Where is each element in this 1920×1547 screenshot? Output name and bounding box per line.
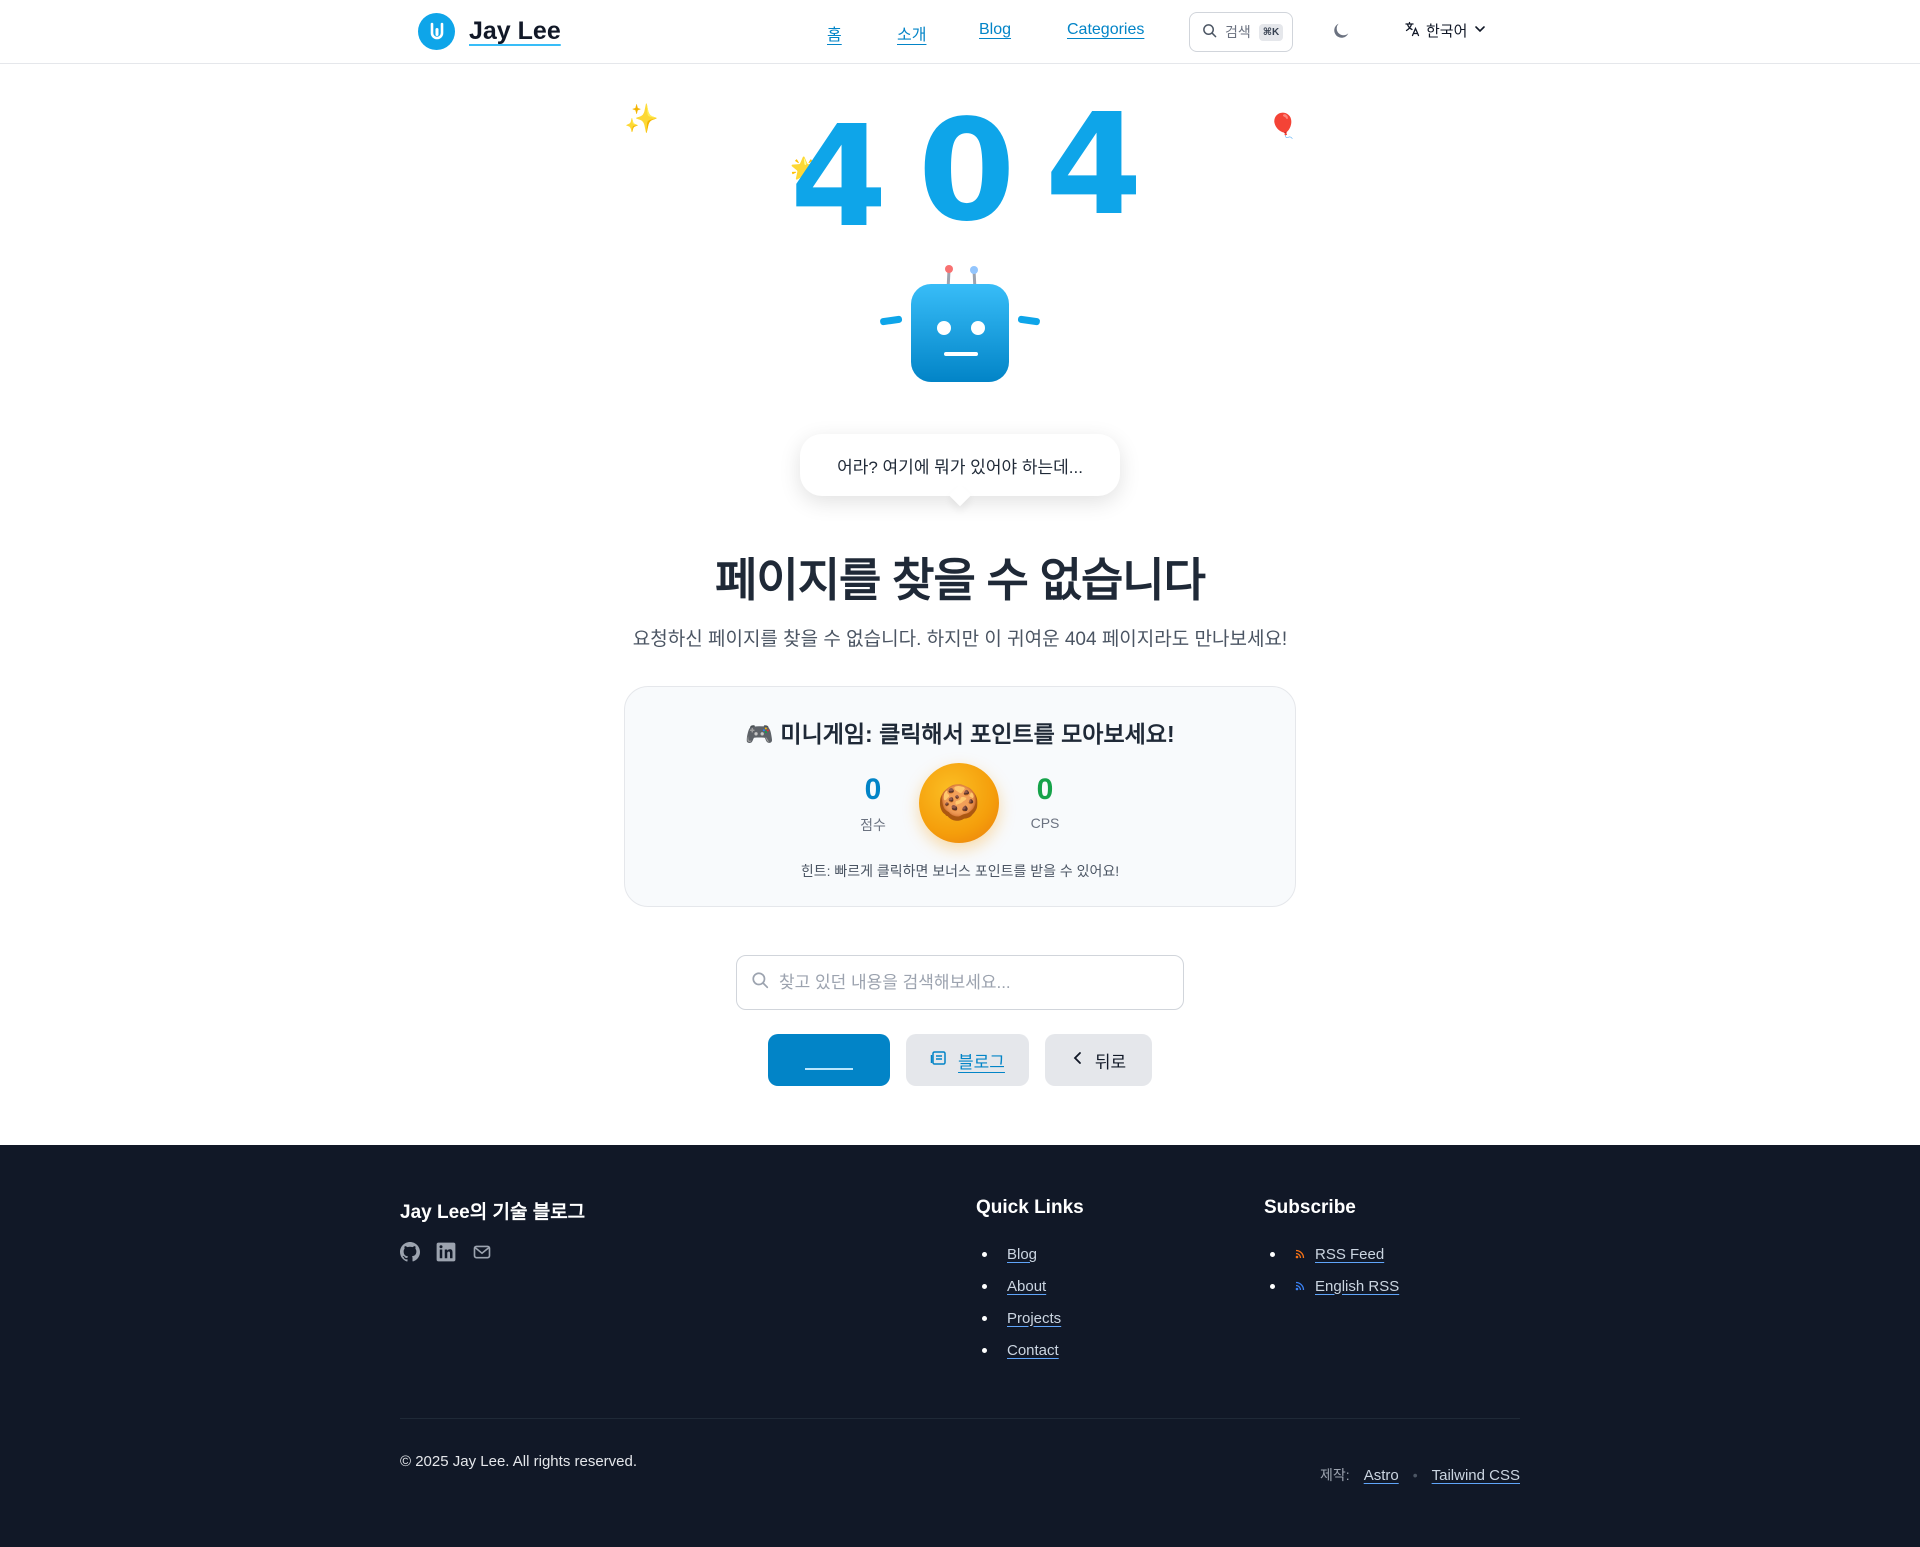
subscribe-list: RSS Feed English RSS — [1270, 1238, 1399, 1302]
subscribe-title: Subscribe — [1264, 1197, 1356, 1218]
social-links — [400, 1242, 492, 1267]
chevron-left-icon — [1071, 1050, 1085, 1070]
cps-label: CPS — [1030, 815, 1060, 831]
logo-icon — [418, 13, 455, 50]
blog-button[interactable]: 블로그 — [906, 1034, 1029, 1086]
footer-blog-title: Jay Lee의 기술 블로그 — [400, 1202, 586, 1223]
copyright-text: © 2025 Jay Lee. All rights reserved. — [400, 1453, 638, 1470]
bullet — [982, 1315, 987, 1321]
page-title: 페이지를 찾을 수 없습니다 — [715, 554, 1206, 606]
github-icon[interactable] — [400, 1242, 420, 1267]
rss-english-icon — [1295, 1278, 1305, 1295]
linkedin-icon[interactable] — [436, 1242, 456, 1267]
list-item: RSS Feed — [1270, 1238, 1399, 1270]
made-with: 제작: Astro • Tailwind CSS — [1320, 1465, 1520, 1485]
brand-name: Jay Lee — [469, 17, 561, 45]
footer-link-contact[interactable]: Contact — [1007, 1342, 1059, 1359]
list-item: About — [982, 1270, 1061, 1302]
list-item: Contact — [982, 1334, 1061, 1366]
brand-link[interactable]: Jay Lee — [418, 13, 561, 50]
footer-link-blog[interactable]: Blog — [1007, 1246, 1037, 1263]
home-button-underline — [805, 1068, 853, 1070]
list-item: English RSS — [1270, 1270, 1399, 1302]
score-label: 점수 — [860, 817, 886, 833]
list-item: Projects — [982, 1302, 1061, 1334]
back-button[interactable]: 뒤로 — [1045, 1034, 1152, 1086]
speech-bubble-text: 어라? 여기에 뭐가 있어야 하는데... — [837, 457, 1083, 477]
blog-button-label: 블로그 — [958, 1052, 1005, 1072]
cps-value: 0 — [1036, 773, 1054, 806]
quick-links-list: Blog About Projects Contact — [982, 1238, 1061, 1366]
digit-4-left: 4 — [790, 96, 888, 259]
minigame-hint: 힌트: 빠르게 클릭하면 보너스 포인트를 받을 수 있어요! — [800, 863, 1120, 879]
minigame-card: 🎮 미니게임: 클릭해서 포인트를 모아보세요! 0 점수 🍪 0 CPS 힌트… — [624, 686, 1296, 907]
english-rss-link[interactable]: English RSS — [1315, 1278, 1399, 1295]
cookie-icon: 🍪 — [937, 784, 981, 822]
cookie-button[interactable]: 🍪 — [919, 763, 999, 843]
page-subtitle: 요청하신 페이지를 찾을 수 없습니다. 하지만 이 귀여운 404 페이지라도… — [632, 629, 1288, 650]
sparkles-icon: ✨ — [624, 103, 659, 134]
robot-mascot — [880, 265, 1040, 382]
nav-about[interactable]: 소개 — [897, 21, 926, 45]
search-field[interactable] — [736, 955, 1184, 1010]
back-button-label: 뒤로 — [1094, 1052, 1127, 1072]
bullet — [982, 1251, 987, 1257]
search-icon — [751, 971, 769, 994]
cps-stat: 0 CPS — [1005, 773, 1085, 832]
rss-icon — [1295, 1246, 1305, 1263]
balloon-icon: 🎈 — [1268, 113, 1298, 140]
footer-divider — [400, 1418, 1520, 1419]
made-with-label: 제작: — [1320, 1467, 1350, 1483]
quick-links-title: Quick Links — [976, 1197, 1084, 1218]
newspaper-icon — [930, 1049, 948, 1072]
theme-toggle-button[interactable] — [1330, 20, 1354, 44]
language-label: 한국어 — [1426, 23, 1468, 40]
language-selector[interactable]: 한국어 — [1404, 20, 1487, 41]
site-footer: Jay Lee의 기술 블로그 Quick Links Blog About P… — [0, 1145, 1920, 1547]
astro-link[interactable]: Astro — [1364, 1467, 1399, 1484]
search-icon — [1202, 23, 1217, 41]
bullet — [1270, 1283, 1275, 1289]
list-item: Blog — [982, 1238, 1061, 1270]
chevron-down-icon — [1473, 22, 1487, 40]
nav-home[interactable]: 홈 — [827, 21, 842, 45]
mail-icon[interactable] — [472, 1242, 492, 1267]
tailwind-link[interactable]: Tailwind CSS — [1432, 1467, 1520, 1484]
bullet — [982, 1347, 987, 1353]
translate-icon — [1404, 21, 1420, 41]
moon-icon — [1330, 23, 1352, 46]
digit-4-right: 4 — [1045, 84, 1143, 247]
score-value: 0 — [864, 773, 882, 806]
footer-link-about[interactable]: About — [1007, 1278, 1046, 1295]
digit-0: 0 — [918, 90, 1016, 253]
search-shortcut: ⌘K — [1258, 23, 1284, 41]
search-button[interactable]: 검색 ⌘K — [1189, 12, 1293, 52]
score-stat: 0 점수 — [833, 775, 913, 835]
rss-feed-link[interactable]: RSS Feed — [1315, 1246, 1384, 1263]
site-header: Jay Lee 홈 소개 Blog Categories 검색 ⌘K 한국어 — [0, 0, 1920, 64]
minigame-title: 🎮 미니게임: 클릭해서 포인트를 모아보세요! — [745, 721, 1175, 747]
home-button[interactable] — [768, 1034, 890, 1086]
footer-link-projects[interactable]: Projects — [1007, 1310, 1061, 1327]
bullet — [982, 1283, 987, 1289]
nav-blog[interactable]: Blog — [979, 21, 1011, 39]
nav-categories[interactable]: Categories — [1067, 21, 1144, 39]
search-input[interactable] — [779, 972, 1159, 993]
search-label: 검색 — [1225, 24, 1251, 40]
separator-dot: • — [1412, 1467, 1418, 1483]
bullet — [1270, 1251, 1275, 1257]
